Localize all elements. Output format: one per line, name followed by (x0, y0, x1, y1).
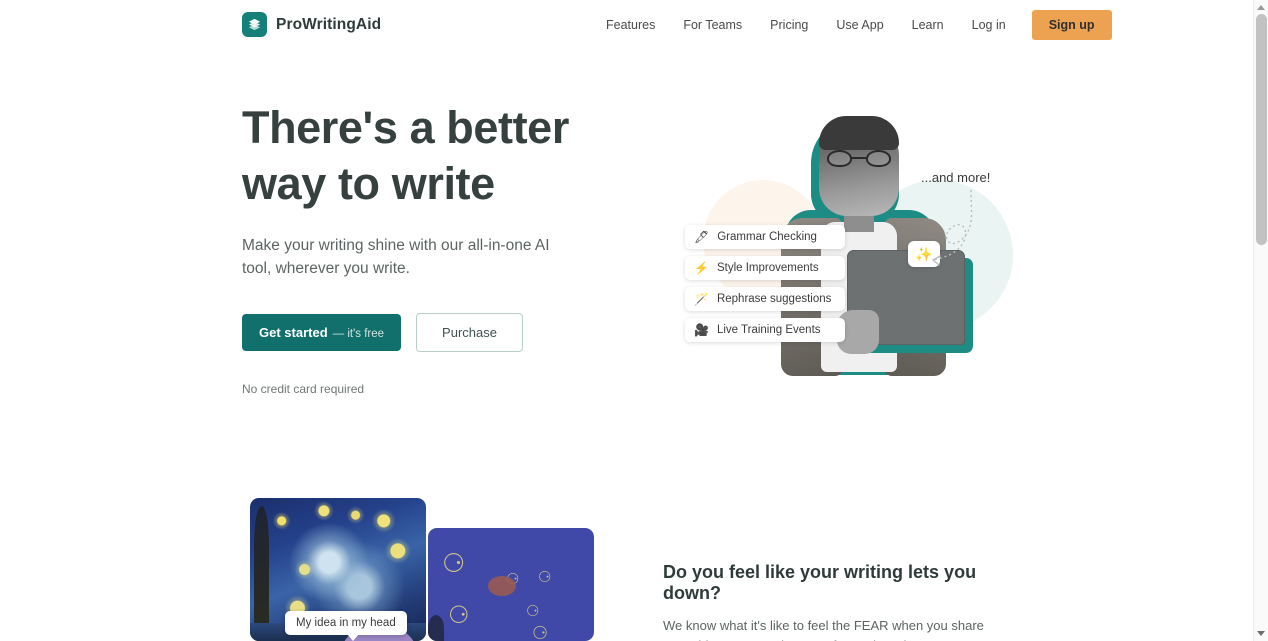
feature-chip-style-improvements: ⚡ Style Improvements (685, 256, 846, 280)
brand-name: ProWritingAid (276, 15, 382, 33)
purchase-button[interactable]: Purchase (416, 313, 523, 352)
vertical-scrollbar[interactable] (1253, 0, 1268, 641)
idea-tooltip: My idea in my head (285, 611, 407, 641)
crude-blue-drawing: ⚆ ⚆ ⚆ ⚆ ⚆ ⚆ (428, 528, 594, 641)
page-root: ProWritingAid Features For Teams Pricing… (0, 0, 1268, 641)
feather-pen-icon: 🖋 (694, 230, 710, 244)
scroll-up-arrow-icon[interactable] (1257, 5, 1265, 10)
main-nav: Features For Teams Pricing Use App Learn… (600, 0, 1112, 49)
spiral-shape: ⚆ (532, 623, 549, 641)
scroll-down-arrow-icon[interactable] (1257, 631, 1265, 636)
page-title: There's a better way to write (242, 100, 632, 212)
get-started-label: Get started (259, 325, 328, 340)
feature-chip-grammar-checking: 🖋 Grammar Checking (685, 225, 846, 249)
movie-camera-icon: 🎥 (694, 323, 709, 337)
glasses-lens-right (866, 150, 891, 167)
nav-link-use-app[interactable]: Use App (822, 18, 897, 32)
hero-title-line-1: There's a better (242, 102, 569, 153)
hero-subtitle: Make your writing shine with our all-in-… (242, 237, 550, 277)
nav-link-learn[interactable]: Learn (898, 18, 958, 32)
hero-actions: Get started — it's free Purchase (242, 313, 632, 352)
site-header: ProWritingAid Features For Teams Pricing… (0, 0, 1253, 49)
orange-blob (488, 576, 516, 596)
cypress-tree (254, 506, 269, 641)
glasses-icon (827, 150, 891, 167)
nav-link-for-teams[interactable]: For Teams (669, 18, 756, 32)
hero-title-line-2: way to write (242, 158, 495, 209)
feature-chip-rephrase-suggestions: 🪄 Rephrase suggestions (685, 287, 846, 311)
section-title: Do you feel like your writing lets you d… (663, 562, 977, 603)
get-started-button[interactable]: Get started — it's free (242, 314, 402, 351)
get-started-suffix: — it's free (332, 328, 385, 340)
nav-link-features[interactable]: Features (600, 18, 669, 32)
feature-chip-label: Rephrase suggestions (716, 293, 832, 305)
hero-copy: There's a better way to write Make your … (242, 100, 632, 396)
spiral-shape: ⚆ (526, 603, 540, 620)
sign-up-button[interactable]: Sign up (1031, 9, 1112, 40)
feature-chip-label: Grammar Checking (717, 231, 817, 243)
feature-chip-label: Live Training Events (716, 324, 821, 336)
feature-chip-list: 🖋 Grammar Checking ⚡ Style Improvements … (685, 225, 846, 342)
spiral-shape: ⚆ (442, 548, 466, 578)
magic-wand-icon: 🪄 (694, 292, 709, 306)
feature-chip-label: Style Improvements (716, 262, 819, 274)
feature-chip-live-training-events: 🎥 Live Training Events (685, 318, 846, 342)
stacked-books-icon (242, 12, 267, 37)
glasses-lens-left (827, 150, 852, 167)
section-copy: Do you feel like your writing lets you d… (663, 562, 1023, 641)
dotted-loop-arrow-icon (932, 189, 973, 266)
cypress-shape (428, 615, 444, 641)
brand-logo[interactable]: ProWritingAid (242, 12, 381, 37)
no-credit-card-note: No credit card required (242, 382, 365, 396)
spiral-shape: ⚆ (448, 602, 470, 629)
nav-link-pricing[interactable]: Pricing (756, 18, 822, 32)
section-body: We know what it's like to feel the FEAR … (663, 618, 1002, 641)
lightning-bolt-icon: ⚡ (694, 261, 709, 275)
nav-link-log-in[interactable]: Log in (958, 18, 1020, 32)
hair (819, 116, 899, 150)
glasses-bridge (852, 157, 866, 159)
and-more-label: ...and more! (921, 170, 991, 185)
scrollbar-thumb[interactable] (1256, 14, 1267, 245)
spiral-shape: ⚆ (538, 569, 552, 586)
